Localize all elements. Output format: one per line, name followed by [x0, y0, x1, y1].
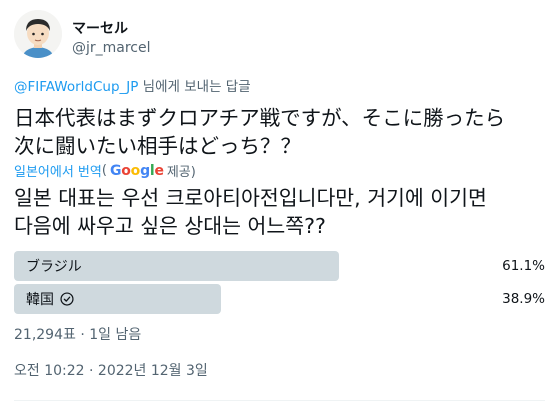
poll-option-text: ブラジル: [26, 259, 82, 275]
tweet-text-line: 다음에 싸우고 싶은 상대는 어느쪽??: [14, 214, 326, 238]
tweet-text-line: 日本代表はまずクロアチア戦ですが、そこに勝ったら: [14, 106, 506, 130]
tweet-text-original: 日本代表はまずクロアチア戦ですが、そこに勝ったら 次に闘いたい相手はどっち？？: [14, 104, 544, 160]
tweet-text-line: 次に闘いたい相手はどっち？？: [14, 134, 301, 158]
translated-from-link[interactable]: 일본어에서 번역: [14, 161, 102, 180]
poll-option-1: ブラジル 61.1%: [14, 251, 545, 281]
tweet-timestamp[interactable]: 오전 10:22 · 2022년 12월 3일: [14, 360, 208, 380]
poll-option-percent: 61.1%: [502, 258, 545, 274]
translation-open-paren: (: [101, 163, 107, 178]
display-name[interactable]: マーセル: [72, 18, 128, 38]
poll-option-percent: 38.9%: [502, 291, 545, 307]
poll-option-text: 韓国: [26, 292, 54, 308]
divider: [14, 400, 545, 401]
google-logo-letter: g: [140, 162, 150, 179]
google-logo-letter: e: [154, 162, 165, 179]
poll-option-label: 韓国: [26, 284, 74, 314]
reply-mention-link[interactable]: @FIFAWorldCup_JP: [14, 79, 138, 95]
translation-attribution: 일본어에서 번역( Google 제공): [14, 161, 196, 181]
user-handle[interactable]: @jr_marcel: [72, 40, 151, 56]
poll-option-2: 韓国 38.9%: [14, 284, 545, 314]
tweet: マーセル @jr_marcel @FIFAWorldCup_JP 님에게 보내는…: [0, 0, 559, 409]
tweet-text-translated: 일본 대표는 우선 크로아티아전입니다만, 거기에 이기면 다음에 싸우고 싶은…: [14, 184, 544, 240]
check-circle-icon: [60, 292, 74, 306]
avatar[interactable]: [14, 10, 62, 58]
google-logo-letter: o: [130, 162, 141, 179]
reply-context-label: 님에게 보내는 답글: [138, 79, 251, 95]
tweet-text-line: 일본 대표는 우선 크로아티아전입니다만, 거기에 이기면: [14, 186, 487, 210]
google-logo-letter: G: [109, 162, 122, 179]
google-logo-letter: o: [121, 162, 131, 179]
poll-meta: 21,294표 · 1일 남음: [14, 327, 142, 343]
google-logo: Google: [110, 163, 164, 179]
avatar-illustration-icon: [14, 10, 62, 58]
translation-provided-label: 제공): [166, 165, 196, 180]
poll-option-label: ブラジル: [26, 251, 82, 281]
reply-context: @FIFAWorldCup_JP 님에게 보내는 답글: [14, 75, 251, 95]
